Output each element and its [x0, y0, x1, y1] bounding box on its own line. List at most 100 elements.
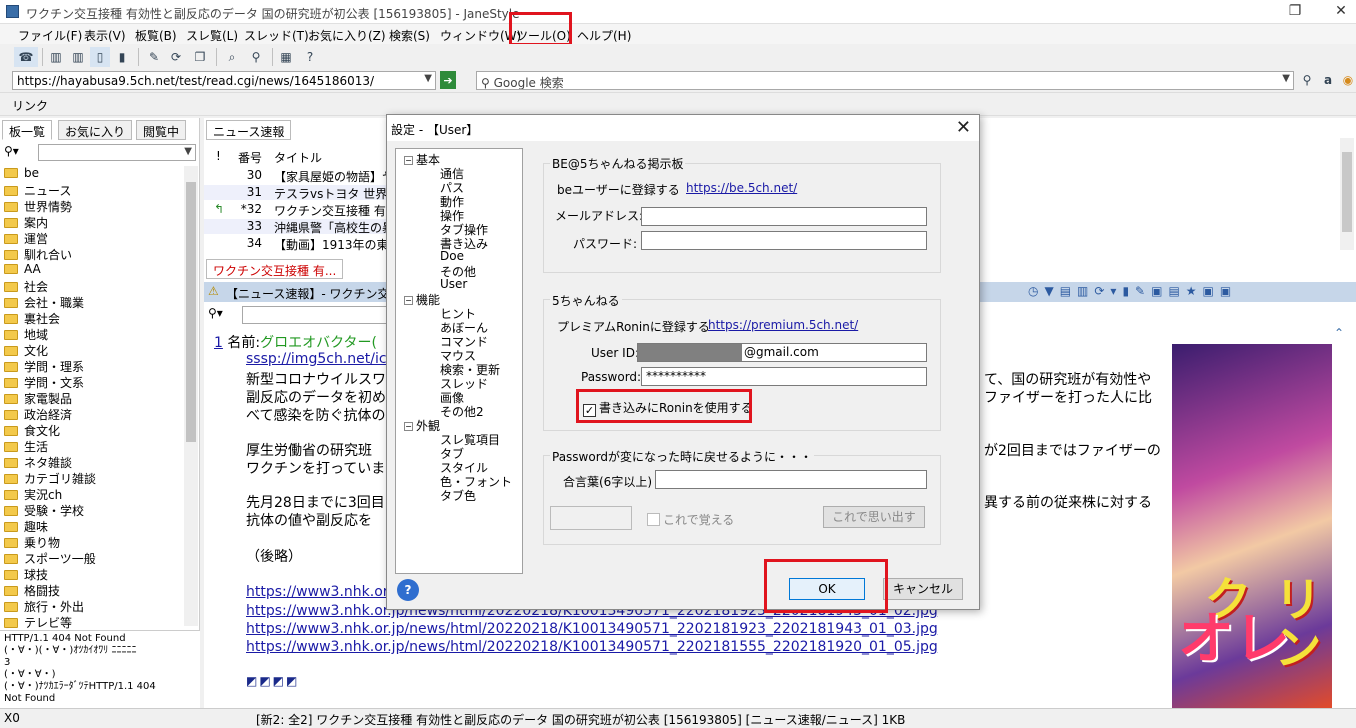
help-icon[interactable]: ? [397, 579, 419, 601]
tree-leaf[interactable]: タブ色 [440, 487, 476, 504]
board-folder-item[interactable]: 世界情勢 [4, 198, 72, 214]
board-folder-item[interactable]: 案内 [4, 214, 48, 230]
board-folder-item[interactable]: 会社・職業 [4, 294, 84, 310]
board-folder-item[interactable]: ネタ雑談 [4, 454, 72, 470]
remember-checkbox[interactable]: これで覚える [647, 511, 734, 528]
thread-row[interactable]: 31 テスラvsトヨタ 世界で [204, 185, 404, 201]
filter-search-icon[interactable]: ⚲▾ [4, 144, 19, 158]
layout3-icon[interactable]: ▯ [90, 47, 110, 67]
board-folder-item[interactable]: 学問・理系 [4, 358, 84, 374]
board-folder-item[interactable]: 球技 [4, 566, 48, 582]
menu-help[interactable]: ヘルプ(H) [577, 27, 631, 44]
menu-favorites[interactable]: お気に入り(Z) [308, 27, 386, 44]
board-filter-input[interactable]: ▼ [38, 144, 196, 161]
tab-thread[interactable]: ワクチン交互接種 有... [206, 259, 344, 279]
board-folder-item[interactable]: 格闘技 [4, 582, 60, 598]
board-folder-item[interactable]: スポーツ一般 [4, 550, 96, 566]
board-folder-item[interactable]: 実況ch [4, 486, 62, 502]
board-folder-item[interactable]: 乗り物 [4, 534, 60, 550]
search-combobox[interactable]: ⚲ Google 検索 ▼ [476, 71, 1294, 90]
board-folder-item[interactable]: 裏社会 [4, 310, 60, 326]
thread-row[interactable]: 30 【家具屋姫の物語】ヤマ [204, 168, 406, 184]
board-folder-item[interactable]: 家電製品 [4, 390, 72, 406]
collapse-icon[interactable]: ⌃ [1334, 326, 1344, 340]
board-folder-item[interactable]: AA [4, 262, 41, 278]
extra-icon[interactable]: ◉ [1338, 70, 1356, 90]
col-number[interactable]: 番号 [238, 149, 262, 166]
tab-board-list[interactable]: 板一覧 [2, 120, 53, 140]
viewer-search-input[interactable] [242, 306, 392, 324]
board-folder-item[interactable]: 受験・学校 [4, 502, 84, 518]
menu-view[interactable]: 表示(V) [84, 27, 126, 44]
edit-icon[interactable]: ✎ [144, 47, 164, 67]
menu-search[interactable]: 検索(S) [389, 27, 430, 44]
menu-file[interactable]: ファイル(F) [18, 27, 82, 44]
be-password-field[interactable] [641, 231, 927, 250]
board-folder-item[interactable]: 食文化 [4, 422, 60, 438]
viewer-tool-icons[interactable]: ◷▼▤▥⟳▾▮✎▣▤★▣▣ [1028, 284, 1237, 298]
tab-browsing[interactable]: 閲覧中 [136, 120, 187, 140]
ronin-register-link[interactable]: https://premium.5ch.net/ [708, 318, 858, 332]
close-window-button[interactable]: ✕ [1318, 0, 1356, 24]
layout2-icon[interactable]: ▥ [68, 47, 88, 67]
news-link[interactable]: https://www3.nhk.or.jp/news/html/2022021… [246, 621, 938, 637]
board-folder-item[interactable]: 生活 [4, 438, 48, 454]
tree-leaf[interactable]: User [440, 277, 467, 291]
tree-leaf[interactable]: Doe [440, 249, 464, 263]
image-link[interactable]: sssp://img5ch.net/ic [246, 351, 387, 367]
thread-row[interactable]: 34 【動画】1913年の東京 [204, 236, 404, 252]
board-folder-item[interactable]: 政治経済 [4, 406, 72, 422]
board-folder-item[interactable]: 運営 [4, 230, 48, 246]
post-number[interactable]: 1 [214, 335, 223, 351]
find-icon[interactable]: ⚲ [246, 47, 266, 67]
board-folder-item[interactable]: 文化 [4, 342, 48, 358]
book-icon[interactable]: ▦ [276, 47, 296, 67]
board-folder-item[interactable]: テレビ等 [4, 614, 72, 630]
layout1-icon[interactable]: ▥ [46, 47, 66, 67]
password-field[interactable]: ********** [641, 367, 927, 386]
thread-scrollbar[interactable] [1340, 138, 1354, 250]
close-icon[interactable]: ✕ [956, 117, 971, 138]
board-folder-item[interactable]: 地域 [4, 326, 48, 342]
help-icon[interactable]: ? [300, 47, 320, 67]
restore-button[interactable]: ❐ [1272, 0, 1318, 24]
thread-row[interactable]: ↰ *32 ワクチン交互接種 有効 [204, 202, 404, 218]
advertisement-banner[interactable]: リンク オレ [1172, 344, 1332, 708]
news-link[interactable]: https://www3.nhk.or.jp/news/html/2022021… [246, 639, 938, 655]
thumbnail-icons[interactable]: ◩◩◩◩ [246, 674, 299, 688]
restore-phrase-button[interactable]: これで思い出す [823, 506, 925, 528]
tree-leaf[interactable]: その他2 [440, 403, 484, 420]
be-email-field[interactable] [641, 207, 927, 226]
board-folder-item[interactable]: 馴れ合い [4, 246, 72, 262]
tree-node-appearance[interactable]: − 外観 [404, 417, 440, 434]
cancel-button[interactable]: キャンセル [883, 578, 963, 600]
thread-row[interactable]: 33 沖縄県警「高校生の暴 [204, 219, 404, 235]
be-register-link[interactable]: https://be.5ch.net/ [686, 181, 797, 195]
menu-board[interactable]: 板覧(B) [135, 27, 177, 44]
magnifier-icon[interactable]: ⚲ [1297, 70, 1317, 90]
viewer-search-icon[interactable]: ⚲▾ [208, 306, 223, 320]
col-title[interactable]: タイトル [274, 149, 322, 166]
board-folder-item[interactable]: 趣味 [4, 518, 48, 534]
tab-favorites[interactable]: お気に入り [58, 120, 133, 140]
phrase-field[interactable] [655, 470, 927, 489]
go-arrow-icon[interactable]: ➔ [440, 71, 456, 89]
menu-thread-list[interactable]: スレ覧(L) [186, 27, 238, 44]
board-folder-item[interactable]: カテゴリ雑談 [4, 470, 96, 486]
layout4-icon[interactable]: ▮ [112, 47, 132, 67]
menu-thread[interactable]: スレッド(T) [244, 27, 309, 44]
board-scrollbar[interactable] [184, 166, 198, 626]
news-link[interactable]: https://www3.nhk.or. [246, 584, 392, 600]
board-folder-item[interactable]: 社会 [4, 278, 48, 294]
col-mark[interactable]: ! [216, 149, 221, 163]
connect-icon[interactable]: ☎ [14, 47, 38, 67]
copy-icon[interactable]: ❐ [190, 47, 210, 67]
board-folder-item[interactable]: 旅行・外出 [4, 598, 84, 614]
bubble-search-icon[interactable]: ⌕ [222, 47, 242, 67]
refresh-icon[interactable]: ⟳ [166, 47, 186, 67]
board-folder-item[interactable]: 学問・文系 [4, 374, 84, 390]
tree-node-function[interactable]: − 機能 [404, 291, 440, 308]
amazon-icon[interactable]: a [1318, 70, 1338, 90]
tree-node-basic[interactable]: − 基本 [404, 151, 440, 168]
tab-news-board[interactable]: ニュース速報 [206, 120, 292, 140]
